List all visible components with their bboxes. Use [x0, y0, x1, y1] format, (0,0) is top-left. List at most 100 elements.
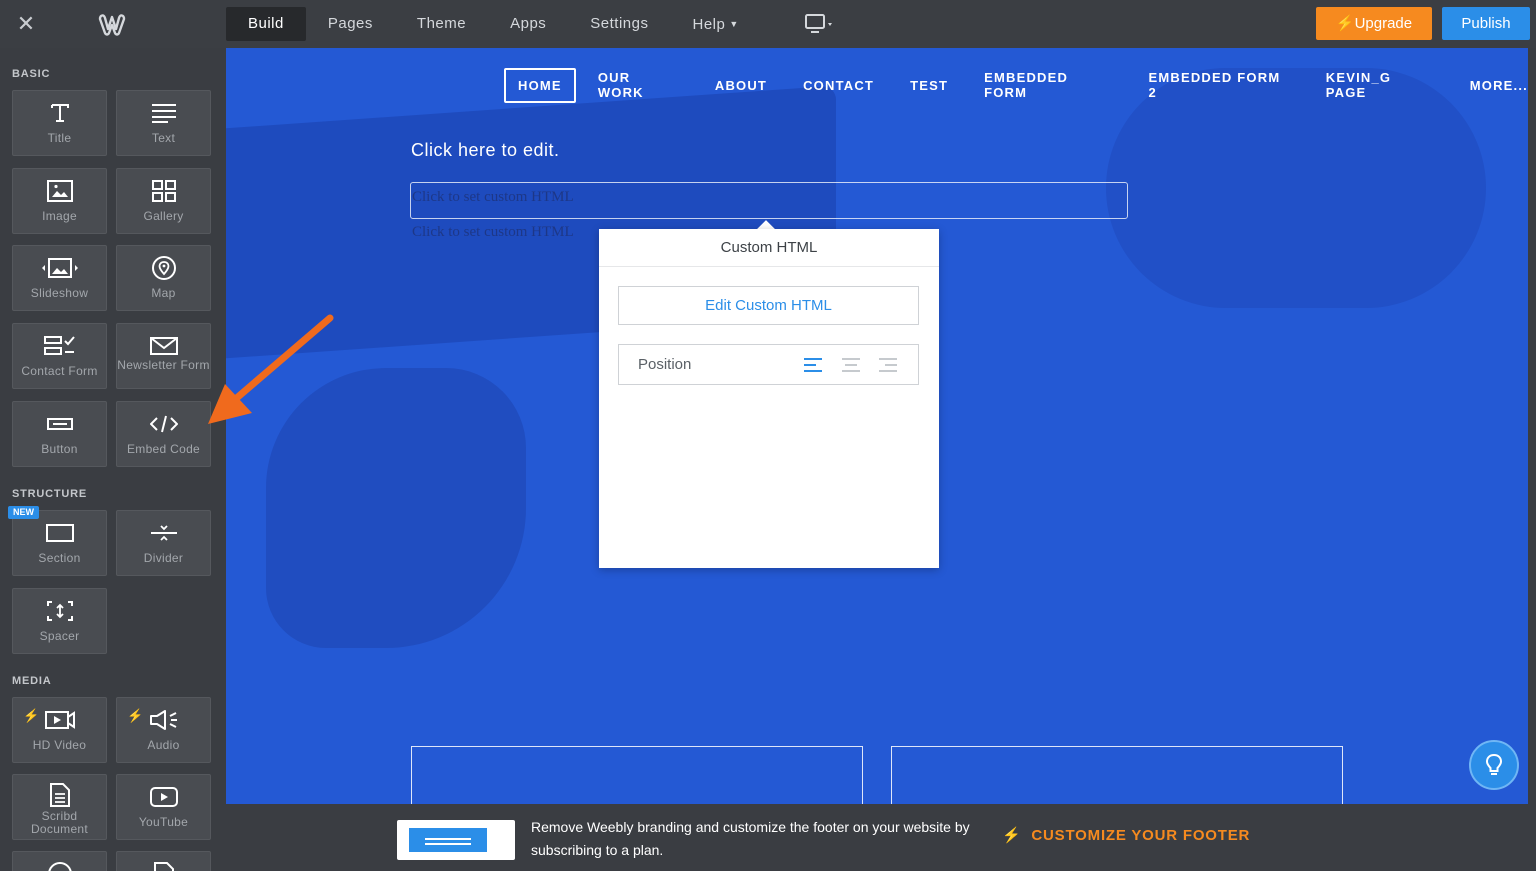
site-nav-kevin-g-page[interactable]: KEVIN_G PAGE	[1326, 70, 1434, 100]
site-nav-embedded-form[interactable]: EMBEDDED FORM	[984, 70, 1112, 100]
bolt-icon: ⚡	[1002, 827, 1022, 844]
element-label: Contact Form	[21, 364, 98, 378]
annotation-arrow-icon	[208, 314, 334, 424]
tips-button[interactable]	[1469, 740, 1519, 790]
elements-sidebar: BASIC Title Text Image Gallery Slideshow…	[0, 48, 222, 871]
tab-settings[interactable]: Settings	[568, 7, 670, 41]
element-label: Embed Code	[126, 442, 201, 456]
editor-topbar: ✕ Build Pages Theme Apps Settings Help ▼ …	[0, 0, 1536, 48]
youtube-icon	[117, 785, 210, 809]
upgrade-button[interactable]: ⚡Upgrade	[1316, 7, 1432, 40]
gallery-icon	[117, 179, 210, 203]
element-label: Audio	[147, 738, 180, 752]
audio-icon	[117, 708, 210, 732]
promo-message: Remove Weebly branding and customize the…	[531, 819, 970, 858]
section-label-media: MEDIA	[12, 675, 52, 687]
spacer-icon	[13, 599, 106, 623]
element-label: Image	[42, 209, 77, 223]
publish-button[interactable]: Publish	[1442, 7, 1530, 40]
image-icon	[13, 179, 106, 203]
element-more[interactable]	[12, 851, 107, 871]
align-right-icon[interactable]	[877, 356, 899, 374]
align-center-icon[interactable]	[840, 356, 862, 374]
site-canvas[interactable]: HOME OUR WORK ABOUT CONTACT TEST EMBEDDE…	[226, 48, 1528, 804]
element-youtube[interactable]: YouTube	[116, 774, 211, 840]
element-scribd-document[interactable]: Scribd Document	[12, 774, 107, 840]
title-icon	[13, 101, 106, 125]
site-nav-more[interactable]: MORE...	[1470, 78, 1528, 93]
site-nav-test[interactable]: TEST	[910, 78, 948, 93]
element-section[interactable]: Section	[12, 510, 107, 576]
button-icon	[13, 412, 106, 436]
canvas-scrollbar[interactable]	[1528, 48, 1536, 804]
weebly-logo[interactable]	[97, 10, 127, 38]
align-left-icon[interactable]	[802, 356, 824, 374]
element-slideshow[interactable]: Slideshow	[12, 245, 107, 311]
file-icon	[117, 862, 210, 871]
element-image[interactable]: Image	[12, 168, 107, 234]
caret-down-icon: ▼	[729, 19, 739, 29]
tab-help[interactable]: Help ▼	[671, 7, 761, 41]
customize-footer-link[interactable]: ⚡ CUSTOMIZE YOUR FOOTER	[1002, 826, 1250, 844]
site-nav-contact[interactable]: CONTACT	[803, 78, 874, 93]
column-box-left[interactable]	[411, 746, 863, 804]
element-audio[interactable]: ⚡ Audio	[116, 697, 211, 763]
element-label: HD Video	[32, 738, 87, 752]
element-label: Text	[151, 131, 176, 145]
site-navigation: HOME OUR WORK ABOUT CONTACT TEST EMBEDDE…	[504, 67, 1528, 103]
column-box-right[interactable]	[891, 746, 1343, 804]
site-nav-about[interactable]: ABOUT	[715, 78, 767, 93]
element-text[interactable]: Text	[116, 90, 211, 156]
tab-pages[interactable]: Pages	[306, 7, 395, 41]
map-pin-icon	[117, 256, 210, 280]
site-nav-home[interactable]: HOME	[504, 67, 576, 103]
position-control: Position	[618, 344, 919, 385]
custom-html-placeholder: Click to set custom HTML	[412, 224, 574, 240]
section-label-structure: STRUCTURE	[12, 488, 88, 500]
element-label: Slideshow	[30, 286, 89, 300]
clock-icon	[13, 862, 106, 871]
tab-apps[interactable]: Apps	[488, 7, 568, 41]
element-title[interactable]: Title	[12, 90, 107, 156]
element-label: Scribd Document	[30, 809, 89, 836]
document-icon	[13, 783, 106, 807]
new-badge: NEW	[8, 506, 39, 519]
element-label: YouTube	[138, 815, 189, 829]
footer-preview-thumbnail	[397, 820, 515, 860]
site-nav-our-work[interactable]: OUR WORK	[598, 70, 679, 100]
contact-form-icon	[13, 334, 106, 358]
editable-text[interactable]: Click here to edit.	[411, 140, 560, 161]
element-label: Section	[38, 551, 81, 565]
custom-html-placeholder: Click to set custom HTML	[412, 189, 574, 205]
bolt-icon: ⚡	[1335, 15, 1355, 32]
edit-custom-html-button[interactable]: Edit Custom HTML	[618, 286, 919, 325]
element-button[interactable]: Button	[12, 401, 107, 467]
position-label: Position	[638, 356, 692, 373]
element-label: Map	[151, 286, 176, 300]
site-nav-embedded-form-2[interactable]: EMBEDDED FORM 2	[1148, 70, 1289, 100]
element-label: Button	[41, 442, 78, 456]
tab-build[interactable]: Build	[226, 7, 306, 41]
divider-icon	[117, 521, 210, 545]
section-icon	[13, 521, 106, 545]
element-gallery[interactable]: Gallery	[116, 168, 211, 234]
element-spacer[interactable]: Spacer	[12, 588, 107, 654]
background-mouse	[1106, 68, 1486, 308]
tab-theme[interactable]: Theme	[395, 7, 488, 41]
video-icon	[13, 708, 106, 732]
element-label: Spacer	[39, 629, 80, 643]
text-icon	[117, 101, 210, 125]
element-contact-form[interactable]: Contact Form	[12, 323, 107, 389]
desktop-preview-icon[interactable]	[804, 13, 834, 35]
custom-html-popup: Custom HTML Edit Custom HTML Position	[599, 229, 939, 568]
section-label-basic: BASIC	[12, 68, 51, 80]
footer-promo-bar: Remove Weebly branding and customize the…	[226, 804, 1536, 871]
element-more[interactable]	[116, 851, 211, 871]
element-label: Divider	[143, 551, 184, 565]
element-label: Title	[47, 131, 72, 145]
slideshow-icon	[13, 256, 106, 280]
element-label: Gallery	[143, 209, 184, 223]
element-hd-video[interactable]: ⚡ HD Video	[12, 697, 107, 763]
element-divider[interactable]: Divider	[116, 510, 211, 576]
close-icon[interactable]: ✕	[14, 12, 38, 36]
